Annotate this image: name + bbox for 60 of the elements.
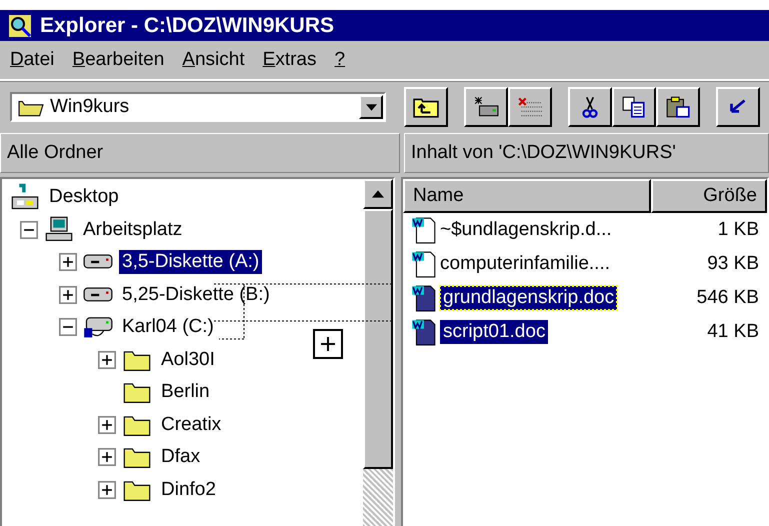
file-name[interactable]: computerinfamilie.... bbox=[440, 253, 658, 275]
tree-item[interactable]: Arbeitsplatz bbox=[80, 218, 186, 242]
expand-box-icon[interactable] bbox=[59, 286, 77, 304]
tree-item[interactable]: Berlin bbox=[158, 380, 213, 404]
menu-item[interactable]: ? bbox=[334, 49, 346, 71]
tree-item[interactable]: Aol30I bbox=[158, 348, 218, 372]
scrollbar[interactable] bbox=[363, 179, 393, 526]
explorer-magnifier-icon bbox=[8, 14, 32, 38]
file-size: 93 KB bbox=[707, 253, 760, 275]
word-document-icon bbox=[411, 216, 437, 244]
file-size: 546 KB bbox=[696, 287, 760, 309]
collapse-box-icon[interactable] bbox=[59, 318, 77, 336]
desktop-icon bbox=[10, 183, 40, 212]
undo-button[interactable] bbox=[716, 87, 760, 127]
folder-dropdown[interactable]: Win9kurs bbox=[10, 92, 386, 122]
menu-item[interactable]: Extras bbox=[262, 49, 316, 71]
expand-box-icon[interactable] bbox=[98, 350, 116, 369]
scroll-up-arrow-icon bbox=[372, 190, 384, 198]
tree-item[interactable]: Desktop bbox=[46, 185, 122, 210]
highlighted-word-document-icon bbox=[411, 284, 437, 312]
cut-button[interactable] bbox=[568, 87, 612, 127]
content-pane-header: Inhalt von 'C:\DOZ\WIN9KURS' bbox=[404, 133, 769, 173]
paste-button[interactable] bbox=[656, 87, 700, 127]
expand-box-icon[interactable] bbox=[59, 253, 77, 272]
column-header[interactable]: Name bbox=[403, 179, 651, 213]
map-drive-icon bbox=[473, 96, 499, 118]
disconnect-drive-button[interactable] bbox=[508, 87, 552, 127]
file-name[interactable]: script01.doc bbox=[440, 320, 548, 344]
tree-item[interactable]: Creatix bbox=[158, 412, 224, 437]
highlighted-word-document-icon bbox=[411, 318, 437, 346]
paste-icon bbox=[665, 96, 691, 118]
tree-item[interactable]: Dfax bbox=[158, 445, 204, 470]
map-drive-button[interactable] bbox=[464, 87, 508, 127]
drag-copy-plus-icon bbox=[313, 329, 343, 359]
dropdown-arrow-icon bbox=[366, 104, 376, 110]
tree-pane-header: Alle Ordner bbox=[0, 133, 400, 173]
tree-item[interactable]: 3,5-Diskette (A:) bbox=[119, 250, 262, 274]
tree-item[interactable]: Dinfo2 bbox=[158, 478, 219, 502]
file-name[interactable]: ~$undlagenskrip.d... bbox=[440, 219, 658, 241]
copy-button[interactable] bbox=[612, 87, 656, 127]
file-size: 1 KB bbox=[718, 219, 760, 241]
tree-item[interactable]: Karl04 (C:) bbox=[119, 315, 217, 340]
window-title: Explorer - C:\DOZ\WIN9KURS bbox=[40, 14, 334, 38]
tree-item[interactable]: 5,25-Diskette (B:) bbox=[119, 282, 273, 307]
collapse-box-icon[interactable] bbox=[20, 220, 38, 239]
word-document-icon bbox=[411, 250, 437, 278]
expand-box-icon[interactable] bbox=[98, 480, 116, 499]
menu-item[interactable]: Ansicht bbox=[182, 49, 245, 71]
computer-icon bbox=[44, 216, 74, 244]
up-folder-icon bbox=[413, 96, 439, 118]
expand-box-icon[interactable] bbox=[98, 448, 116, 466]
disconnect-drive-icon bbox=[517, 96, 543, 118]
menu-item[interactable]: Bearbeiten bbox=[72, 49, 164, 71]
copy-icon bbox=[621, 96, 647, 118]
file-name[interactable]: grundlagenskrip.doc bbox=[440, 286, 618, 310]
up-folder-button[interactable] bbox=[404, 87, 448, 127]
column-header[interactable]: Größe bbox=[651, 179, 767, 213]
file-size: 41 KB bbox=[707, 321, 760, 343]
expand-box-icon[interactable] bbox=[98, 416, 116, 434]
menu-item[interactable]: Datei bbox=[10, 49, 54, 71]
